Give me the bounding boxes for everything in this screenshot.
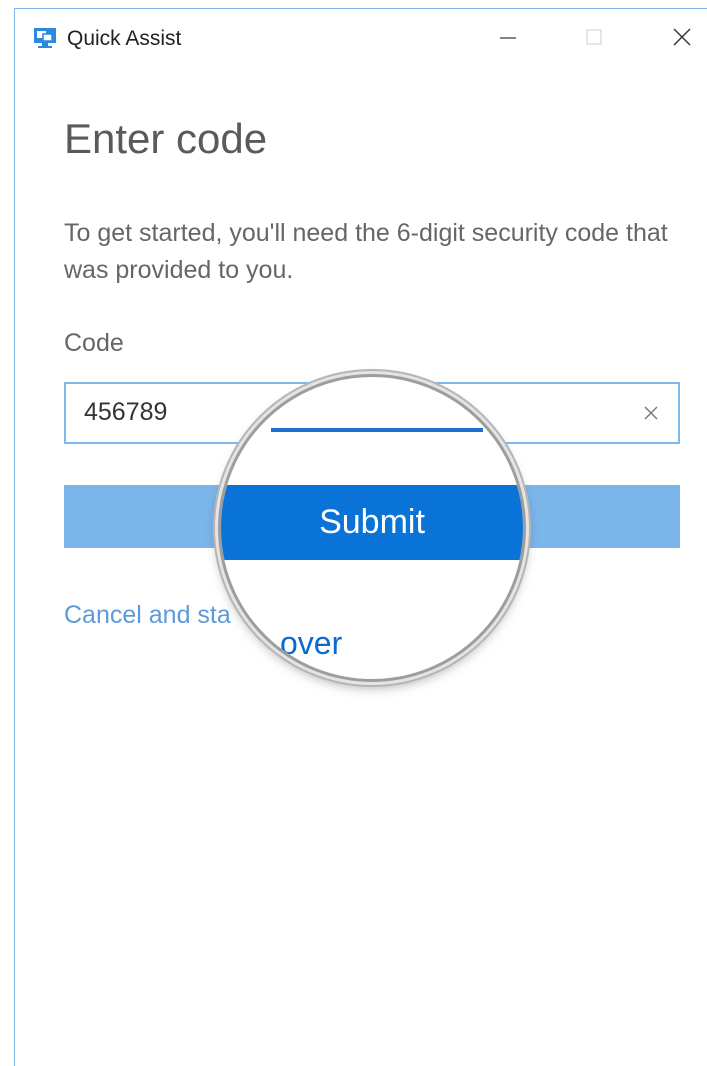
clear-x-icon[interactable] bbox=[638, 400, 664, 426]
code-value: 456789 bbox=[84, 398, 168, 426]
page-title: Enter code bbox=[64, 115, 268, 162]
cancel-and-start-over-link[interactable]: Cancel and sta bbox=[64, 601, 231, 630]
window-title: Quick Assist bbox=[67, 27, 182, 50]
instructions-text: To get started, you'll need the 6-digit … bbox=[64, 219, 668, 284]
input-focus-underline bbox=[271, 428, 483, 432]
quick-assist-monitor-icon bbox=[33, 27, 57, 49]
quick-assist-window: Quick Assist Enter code To get started, … bbox=[14, 8, 707, 1066]
magnifier-callout: Submit over bbox=[218, 374, 526, 682]
cancel-link-magnified-text[interactable]: over bbox=[280, 625, 342, 662]
close-icon[interactable] bbox=[659, 17, 705, 57]
minimize-icon[interactable] bbox=[485, 17, 531, 57]
title-bar[interactable]: Quick Assist bbox=[15, 9, 707, 67]
maximize-icon bbox=[571, 17, 617, 57]
submit-button-magnified[interactable]: Submit bbox=[221, 485, 523, 560]
code-label: Code bbox=[64, 329, 124, 357]
submit-label: Submit bbox=[319, 503, 425, 541]
